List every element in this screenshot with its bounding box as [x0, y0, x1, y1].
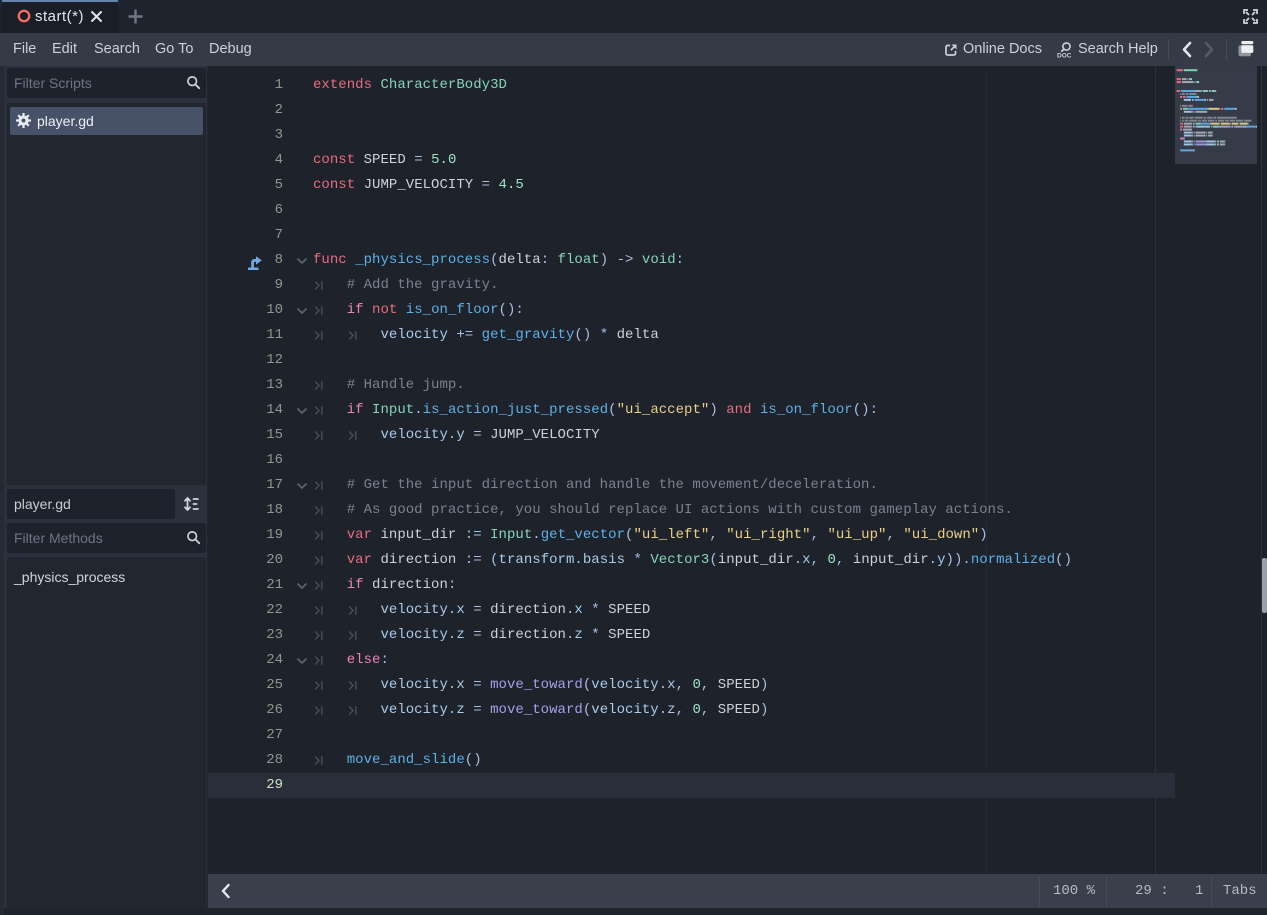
svg-text:DOC: DOC: [1057, 53, 1072, 60]
